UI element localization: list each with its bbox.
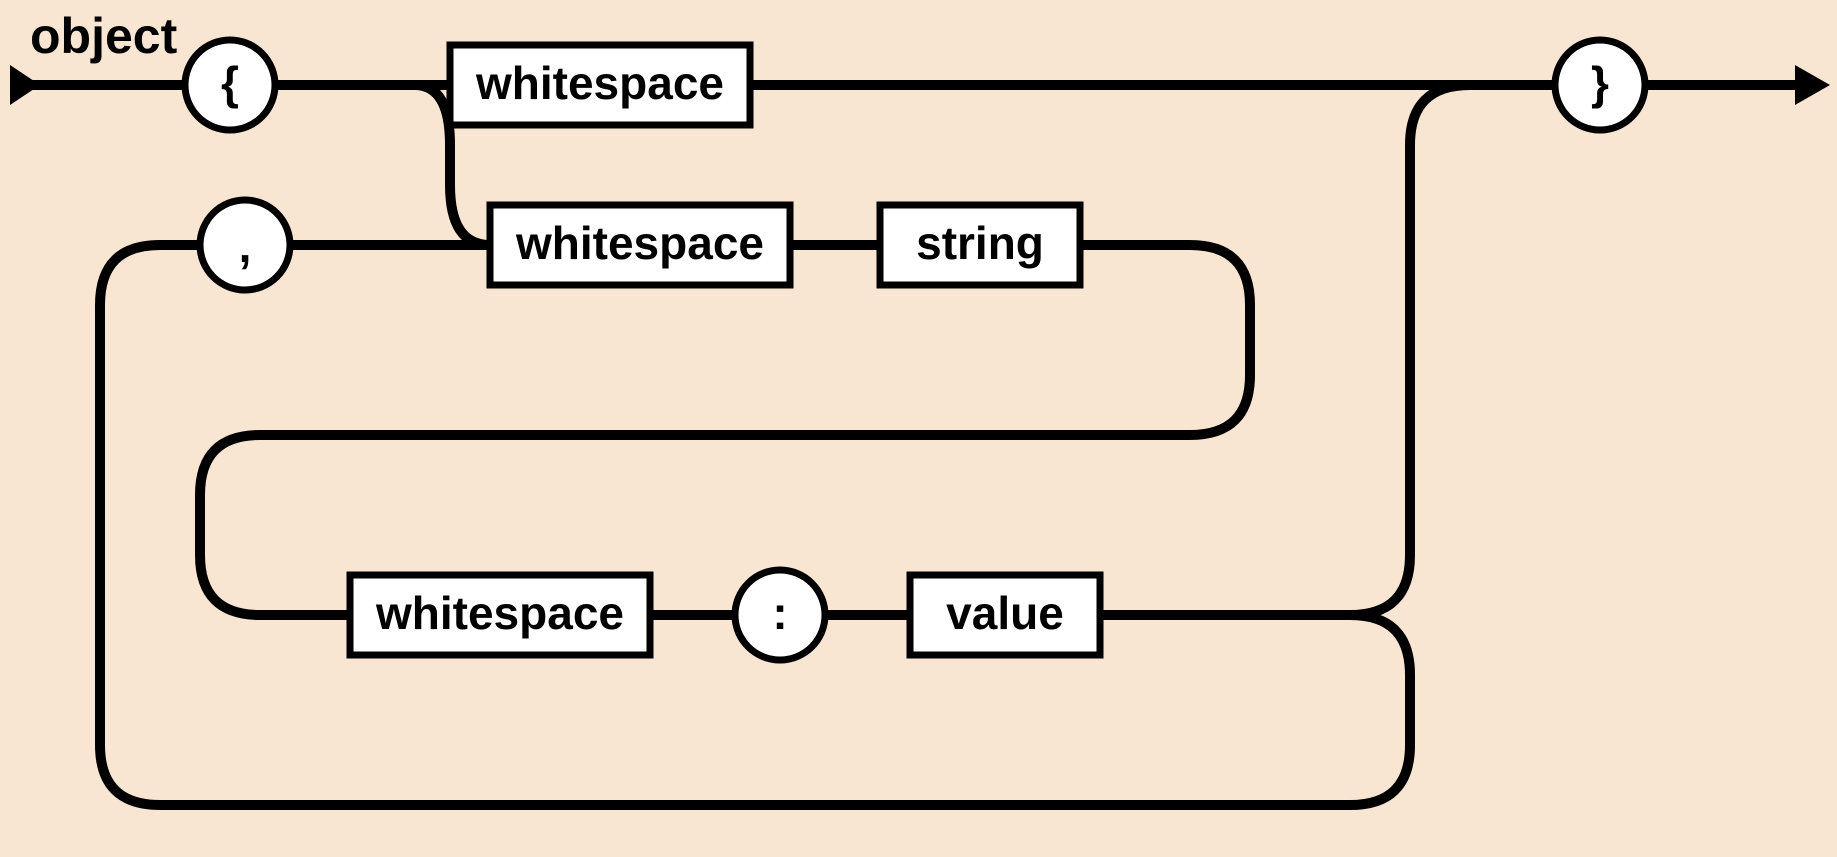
rail-loop-down xyxy=(1350,615,1410,805)
diagram-title: object xyxy=(30,8,178,64)
rail-merge-up xyxy=(1350,85,1470,615)
nonterminal-string-label: string xyxy=(916,217,1044,269)
rail-string-down xyxy=(1190,245,1250,435)
rail-loop-up xyxy=(100,245,160,805)
railroad-diagram: object { whitespace } whitespace string … xyxy=(0,0,1837,857)
terminal-comma-label: , xyxy=(239,220,252,272)
exit-arrow-icon xyxy=(1795,65,1830,105)
terminal-open-brace-label: { xyxy=(221,57,239,109)
nonterminal-whitespace-top-label: whitespace xyxy=(475,57,724,109)
nonterminal-whitespace-mid-label: whitespace xyxy=(515,217,764,269)
nonterminal-value-label: value xyxy=(946,587,1064,639)
terminal-close-brace-label: } xyxy=(1591,57,1609,109)
rail-left-down xyxy=(200,435,260,615)
nonterminal-whitespace-bot-label: whitespace xyxy=(375,587,624,639)
terminal-colon-label: : xyxy=(772,587,787,639)
